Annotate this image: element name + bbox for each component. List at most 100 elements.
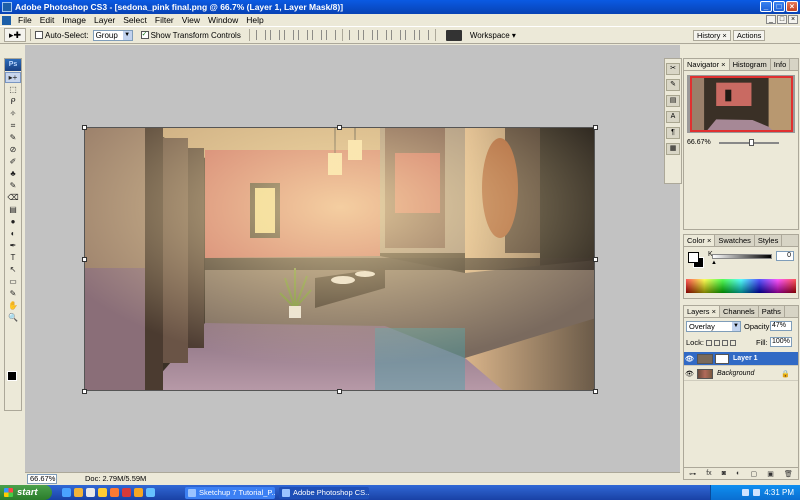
shape-tool-icon[interactable]: ▭ — [5, 276, 21, 287]
lock-transparency-icon[interactable] — [706, 340, 712, 346]
magic-wand-tool-icon[interactable]: ✧ — [5, 108, 21, 119]
document-canvas[interactable] — [84, 127, 595, 391]
tab-history[interactable]: History × — [693, 30, 731, 41]
document-icon[interactable] — [2, 15, 11, 25]
lock-position-icon[interactable] — [722, 340, 728, 346]
history-brush-tool-icon[interactable]: ✎ — [5, 180, 21, 191]
layer-comps-icon[interactable]: ▤ — [666, 95, 680, 107]
canvas-workarea[interactable] — [25, 45, 680, 472]
tab-paths[interactable]: Paths — [759, 306, 785, 317]
healing-brush-tool-icon[interactable]: ⊘ — [5, 144, 21, 155]
align-top-icon[interactable] — [255, 30, 266, 40]
document-size-info[interactable]: Doc: 2.79M/5.59M — [85, 474, 146, 483]
fill-input[interactable]: 100% — [770, 337, 792, 347]
foreground-color-swatch[interactable] — [7, 371, 17, 381]
color-ramp[interactable] — [686, 279, 796, 293]
notes-tool-icon[interactable]: ✎ — [5, 288, 21, 299]
lock-pixels-icon[interactable] — [714, 340, 720, 346]
slider-triangle-icon[interactable]: ▲ — [711, 260, 717, 266]
close-button[interactable]: × — [786, 1, 798, 12]
layer-name[interactable]: Background — [717, 370, 754, 377]
crop-tool-icon[interactable]: ⌗ — [5, 120, 21, 131]
clone-source-icon[interactable]: ▦ — [666, 143, 680, 155]
distribute-hcenter-icon[interactable] — [404, 30, 415, 40]
zoom-input[interactable]: 66.67% — [27, 473, 57, 484]
quick-launch-icon[interactable] — [122, 488, 131, 497]
menu-view[interactable]: View — [178, 15, 204, 25]
tool-presets-icon[interactable]: ✎ — [666, 79, 680, 91]
dodge-tool-icon[interactable]: ◐ — [5, 228, 21, 239]
align-hcenter-icon[interactable] — [311, 30, 322, 40]
type-tool-icon[interactable]: T — [5, 252, 21, 263]
brush-panel-icon[interactable]: ✂ — [666, 63, 680, 75]
menu-edit[interactable]: Edit — [36, 15, 59, 25]
new-group-icon[interactable]: ▢ — [750, 470, 757, 478]
opacity-input[interactable]: 47% — [770, 321, 792, 331]
slider-knob[interactable] — [748, 138, 754, 146]
new-layer-icon[interactable]: ▣ — [767, 470, 774, 478]
menu-image[interactable]: Image — [58, 15, 90, 25]
distribute-left-icon[interactable] — [390, 30, 401, 40]
workspace-menu[interactable]: Workspace ▾ — [470, 31, 516, 40]
menu-layer[interactable]: Layer — [90, 15, 119, 25]
menu-window[interactable]: Window — [204, 15, 242, 25]
layer-thumbnail[interactable] — [697, 353, 713, 364]
quick-launch-icon[interactable] — [74, 488, 83, 497]
blur-tool-icon[interactable]: ● — [5, 216, 21, 227]
auto-select-checkbox[interactable] — [35, 31, 43, 39]
lasso-tool-icon[interactable]: ᑭ — [5, 96, 21, 107]
eye-icon[interactable]: 👁 — [685, 355, 694, 363]
minimize-button[interactable]: _ — [760, 1, 772, 12]
quick-launch-icon[interactable] — [146, 488, 155, 497]
gradient-tool-icon[interactable]: ▤ — [5, 204, 21, 215]
doc-minimize-button[interactable]: _ — [766, 15, 776, 24]
transform-handle[interactable] — [337, 125, 342, 130]
tab-navigator[interactable]: Navigator × — [684, 59, 730, 70]
menu-file[interactable]: File — [14, 15, 36, 25]
transform-handle[interactable] — [82, 257, 87, 262]
tab-histogram[interactable]: Histogram — [730, 59, 771, 70]
doc-close-button[interactable]: × — [788, 15, 798, 24]
distribute-bottom-icon[interactable] — [376, 30, 387, 40]
layer-mask-thumbnail[interactable] — [715, 353, 729, 364]
quick-launch-icon[interactable] — [98, 488, 107, 497]
eraser-tool-icon[interactable]: ⌫ — [5, 192, 21, 203]
navigator-thumbnail[interactable] — [687, 75, 795, 133]
workspace-icon[interactable] — [445, 29, 462, 41]
ps-logo[interactable]: Ps — [5, 59, 21, 71]
layer-row[interactable]: 👁 Layer 1 — [684, 352, 798, 366]
clone-stamp-tool-icon[interactable]: ♣ — [5, 168, 21, 179]
auto-select-dropdown[interactable]: Group ▼ — [92, 29, 133, 41]
tab-swatches[interactable]: Swatches — [715, 235, 755, 246]
move-tool-icon[interactable]: ▸+ — [5, 72, 21, 83]
tab-color[interactable]: Color × — [684, 235, 716, 246]
link-layers-icon[interactable]: ⊶ — [689, 470, 696, 478]
show-transform-checkbox[interactable] — [140, 30, 149, 39]
layer-row[interactable]: 👁 Background 🔒 — [684, 367, 798, 381]
adjustment-layer-icon[interactable]: ◐ — [736, 470, 740, 477]
distribute-vcenter-icon[interactable] — [362, 30, 373, 40]
transform-handle[interactable] — [82, 125, 87, 130]
eye-icon[interactable]: 👁 — [685, 370, 694, 378]
maximize-button[interactable]: □ — [773, 1, 785, 12]
doc-restore-button[interactable]: □ — [777, 15, 787, 24]
quick-launch-icon[interactable] — [86, 488, 95, 497]
layer-name[interactable]: Layer 1 — [733, 355, 758, 362]
brush-tool-icon[interactable]: ✐ — [5, 156, 21, 167]
transform-handle[interactable] — [593, 389, 598, 394]
menu-help[interactable]: Help — [242, 15, 267, 25]
align-bottom-icon[interactable] — [283, 30, 294, 40]
quick-launch-icon[interactable] — [110, 488, 119, 497]
tab-info[interactable]: Info — [771, 59, 791, 70]
tray-icon[interactable] — [742, 489, 750, 496]
character-panel-icon[interactable]: A — [666, 111, 680, 123]
navigator-zoom-value[interactable]: 66.67% — [687, 139, 711, 146]
hand-tool-icon[interactable]: ✋ — [5, 300, 21, 311]
k-value-input[interactable]: 0 — [776, 251, 794, 261]
quick-launch-icon[interactable] — [134, 488, 143, 497]
transform-handle[interactable] — [82, 389, 87, 394]
tab-channels[interactable]: Channels — [720, 306, 759, 317]
transform-handle[interactable] — [337, 389, 342, 394]
clock[interactable]: 4:31 PM — [764, 488, 794, 497]
trash-icon[interactable]: 🗑 — [784, 470, 793, 478]
